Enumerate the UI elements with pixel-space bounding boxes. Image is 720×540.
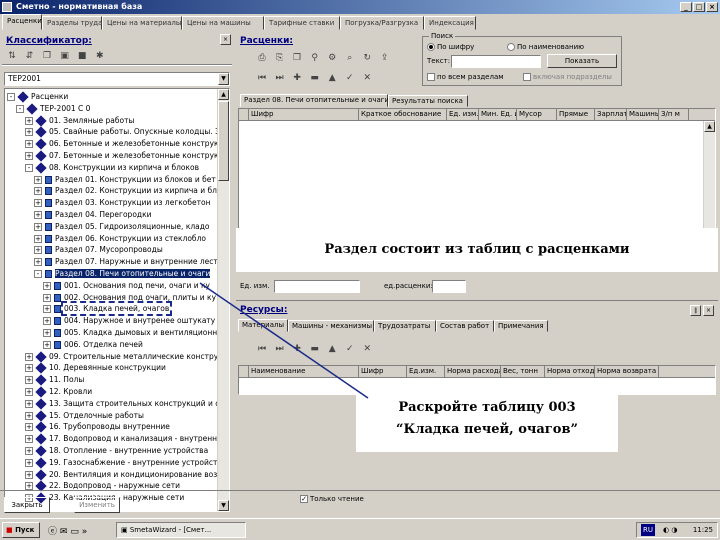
pointer-line: [199, 282, 369, 399]
annotation-arrow: [199, 282, 369, 399]
